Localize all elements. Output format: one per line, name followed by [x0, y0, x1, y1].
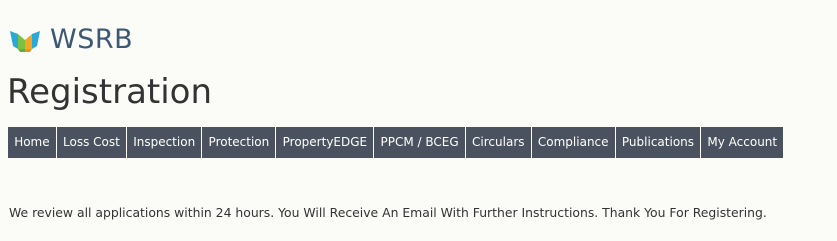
nav-item-my-account[interactable]: My Account [701, 127, 784, 158]
nav-item-publications[interactable]: Publications [615, 127, 701, 158]
nav-item-compliance[interactable]: Compliance [531, 127, 615, 158]
nav-item-propertyedge[interactable]: PropertyEDGE [276, 127, 374, 158]
logo-text: WSRB [50, 24, 134, 55]
registration-confirmation-message: We review all applications within 24 hou… [9, 205, 767, 220]
wsrb-logo-mark-icon [10, 30, 40, 52]
nav-item-home[interactable]: Home [8, 127, 56, 158]
nav-item-circulars[interactable]: Circulars [465, 127, 531, 158]
nav-item-loss-cost[interactable]: Loss Cost [56, 127, 126, 158]
wsrb-logo[interactable]: WSRB [10, 26, 133, 53]
nav-item-ppcm-bceg[interactable]: PPCM / BCEG [374, 127, 465, 158]
main-nav: Home Loss Cost Inspection Protection Pro… [8, 127, 784, 158]
page-title: Registration [7, 72, 213, 112]
nav-item-inspection[interactable]: Inspection [127, 127, 202, 158]
nav-item-protection[interactable]: Protection [202, 127, 276, 158]
